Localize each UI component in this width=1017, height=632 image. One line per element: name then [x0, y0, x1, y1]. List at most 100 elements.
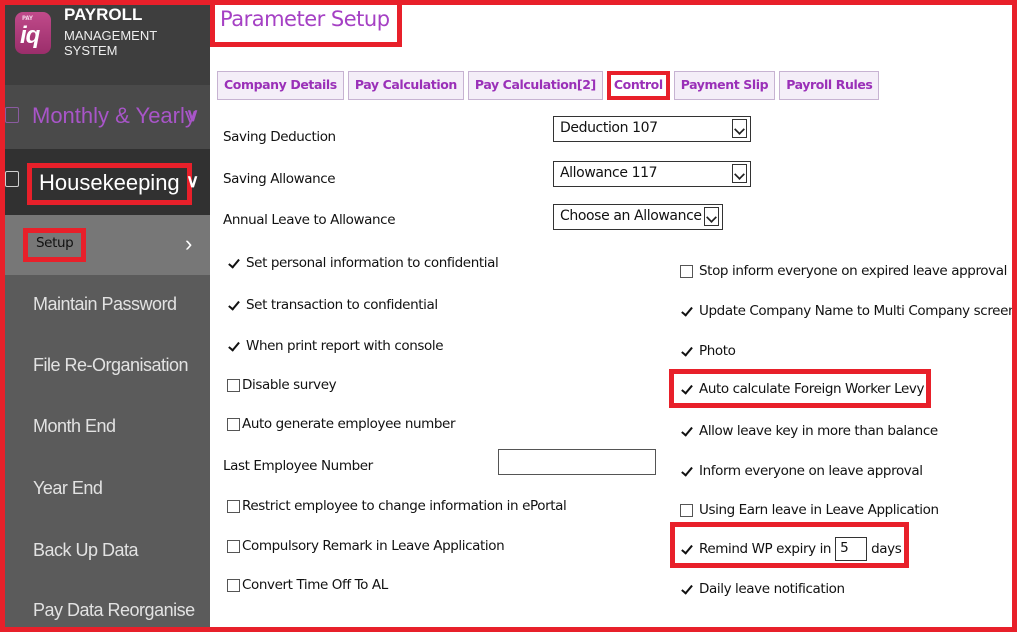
saving-allowance-label: Saving Allowance	[223, 171, 336, 187]
checkbox[interactable]	[227, 539, 240, 553]
nav-housekeeping[interactable]: Housekeeping ∨	[5, 149, 210, 215]
checkbox-label: Convert Time Off To AL	[242, 577, 388, 593]
checkbox[interactable]	[227, 256, 240, 270]
checkbox[interactable]	[680, 264, 693, 278]
sidebar-item-year-end[interactable]: Year End	[5, 459, 210, 521]
photo-checkbox[interactable]: Photo	[680, 343, 736, 359]
select-value: Choose an Allowance	[560, 208, 702, 224]
auto-calculate-fwl-checkbox[interactable]: Auto calculate Foreign Worker Levy	[680, 381, 924, 397]
remind-wp-prefix: Remind WP expiry in	[699, 541, 832, 557]
convert-time-off-checkbox[interactable]: Convert Time Off To AL	[227, 577, 388, 593]
saving-deduction-label: Saving Deduction	[223, 129, 336, 145]
sidebar-item-back-up-data[interactable]: Back Up Data	[5, 521, 210, 583]
sidebar-item-label: Setup	[23, 228, 87, 262]
tab-payroll-rules[interactable]: Payroll Rules	[779, 71, 880, 100]
brand-title: PAYROLL	[64, 5, 143, 24]
dropdown-arrow-icon	[704, 207, 719, 226]
sidebar-item-label: Pay Data Reorganise	[33, 600, 195, 620]
checkbox-label: Set transaction to confidential	[246, 297, 438, 313]
sidebar-item-label: Back Up Data	[33, 540, 139, 560]
chevron-down-icon: ∨	[186, 171, 200, 191]
checkbox[interactable]	[680, 424, 693, 438]
earn-leave-checkbox[interactable]: Using Earn leave in Leave Application	[680, 502, 939, 518]
disable-survey-checkbox[interactable]: Disable survey	[227, 377, 337, 393]
sidebar-item-pay-data-reorganise[interactable]: Pay Data Reorganise	[5, 581, 210, 627]
checkbox[interactable]	[680, 542, 693, 556]
checkbox[interactable]	[680, 464, 693, 478]
allow-leave-key-checkbox[interactable]: Allow leave key in more than balance	[680, 423, 938, 439]
saving-allowance-select[interactable]: Allowance 117	[553, 161, 751, 187]
sidebar-item-file-reorganisation[interactable]: File Re-Organisation	[5, 336, 210, 398]
tab-company-details[interactable]: Company Details	[217, 71, 344, 100]
sidebar-item-setup[interactable]: Setup ›	[5, 215, 210, 275]
checkbox-label: Set personal information to confidential	[246, 255, 499, 271]
checkbox-label: Update Company Name to Multi Company scr…	[699, 303, 1012, 319]
sidebar-item-label: Month End	[33, 416, 116, 436]
chevron-right-icon: ›	[185, 231, 192, 256]
saving-deduction-select[interactable]: Deduction 107	[553, 116, 751, 142]
checkbox[interactable]	[680, 582, 693, 596]
confidential-personal-checkbox[interactable]: Set personal information to confidential	[227, 255, 499, 271]
checkbox-label: Compulsory Remark in Leave Application	[242, 538, 505, 554]
auto-generate-number-checkbox[interactable]: Auto generate employee number	[227, 416, 456, 432]
sidebar-item-maintain-password[interactable]: Maintain Password	[5, 275, 210, 337]
checkbox[interactable]	[227, 499, 240, 513]
tab-pay-calculation[interactable]: Pay Calculation	[347, 71, 464, 100]
checkbox-label: Stop inform everyone on expired leave ap…	[699, 263, 1007, 279]
checkbox[interactable]	[227, 298, 240, 312]
checkbox[interactable]	[227, 378, 240, 392]
checkbox[interactable]	[680, 382, 693, 396]
checkbox-label: Auto calculate Foreign Worker Levy	[699, 381, 925, 397]
checkbox[interactable]	[680, 344, 693, 358]
annual-leave-label: Annual Leave to Allowance	[223, 212, 396, 228]
inform-everyone-checkbox[interactable]: Inform everyone on leave approval	[680, 463, 923, 479]
payiq-logo: PAY iq	[15, 12, 51, 54]
user-card-icon	[5, 171, 19, 187]
sidebar: PAY iq PAYROLL MANAGEMENT SYSTEM Monthly…	[5, 5, 210, 627]
nav-housekeeping-label: Housekeeping	[27, 163, 192, 205]
checkbox-label: Daily leave notification	[699, 581, 845, 597]
checkbox[interactable]	[680, 304, 693, 318]
checkbox-label: Photo	[699, 343, 736, 359]
tab-payment-slip[interactable]: Payment Slip	[673, 71, 776, 100]
brand-subtitle: MANAGEMENT SYSTEM	[64, 28, 157, 58]
checkbox-label: Disable survey	[242, 377, 337, 393]
checkbox-label: Allow leave key in more than balance	[699, 423, 938, 439]
tab-bar: Company Details Pay Calculation Pay Calc…	[217, 71, 880, 100]
checkbox[interactable]	[227, 578, 240, 592]
chevron-down-icon: ∨	[186, 105, 200, 125]
print-console-checkbox[interactable]: When print report with console	[227, 338, 444, 354]
remind-wp-expiry-checkbox[interactable]: Remind WP expiry in 5 days	[680, 537, 902, 561]
brand-header: PAY iq PAYROLL MANAGEMENT SYSTEM	[5, 5, 210, 85]
checkbox[interactable]	[227, 417, 240, 431]
tab-pay-calculation-2[interactable]: Pay Calculation[2]	[467, 71, 603, 100]
compulsory-remark-checkbox[interactable]: Compulsory Remark in Leave Application	[227, 538, 505, 554]
checkbox[interactable]	[680, 503, 693, 517]
dropdown-arrow-icon	[732, 119, 747, 138]
update-company-name-checkbox[interactable]: Update Company Name to Multi Company scr…	[680, 303, 1012, 319]
confidential-transaction-checkbox[interactable]: Set transaction to confidential	[227, 297, 438, 313]
tab-control[interactable]: Control	[606, 71, 670, 100]
remind-wp-suffix: days	[871, 541, 902, 557]
sidebar-item-month-end[interactable]: Month End	[5, 397, 210, 459]
nav-monthly-label: Monthly & Yearly	[32, 103, 196, 128]
checkbox[interactable]	[227, 339, 240, 353]
stop-inform-expired-checkbox[interactable]: Stop inform everyone on expired leave ap…	[680, 263, 1007, 279]
checkbox-label: When print report with console	[246, 338, 444, 354]
logo-iq-text: iq	[20, 22, 40, 49]
checkbox-label: Restrict employee to change information …	[242, 498, 567, 514]
page-title: Parameter Setup	[210, 5, 402, 47]
nav-monthly-yearly[interactable]: Monthly & Yearly ∨	[5, 85, 210, 149]
restrict-eportal-checkbox[interactable]: Restrict employee to change information …	[227, 498, 567, 514]
daily-leave-notification-checkbox[interactable]: Daily leave notification	[680, 581, 845, 597]
sidebar-item-label: Maintain Password	[33, 294, 177, 314]
remind-wp-days-input[interactable]: 5	[835, 537, 868, 561]
checkbox-label: Inform everyone on leave approval	[699, 463, 923, 479]
sidebar-item-label: Year End	[33, 478, 103, 498]
checkbox-label: Auto generate employee number	[242, 416, 456, 432]
app-window: PAY iq PAYROLL MANAGEMENT SYSTEM Monthly…	[5, 5, 1012, 627]
sidebar-item-label: File Re-Organisation	[33, 355, 189, 375]
annual-leave-select[interactable]: Choose an Allowance	[553, 204, 723, 230]
dropdown-arrow-icon	[732, 164, 747, 183]
last-employee-number-input[interactable]	[498, 449, 656, 475]
